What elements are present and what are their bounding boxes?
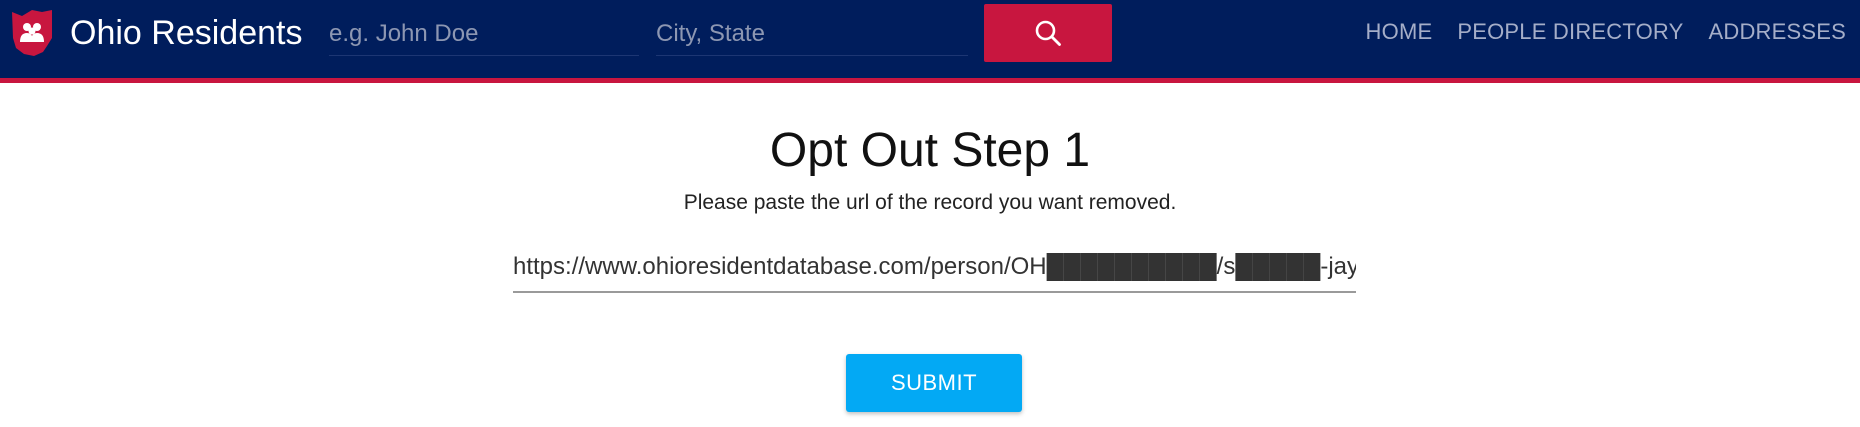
record-url-input[interactable] xyxy=(513,243,1356,293)
nav-link-addresses[interactable]: ADDRESSES xyxy=(1708,18,1846,46)
name-search-input[interactable] xyxy=(329,12,639,56)
nav-link-people-directory[interactable]: PEOPLE DIRECTORY xyxy=(1457,18,1683,46)
search-icon xyxy=(1035,20,1061,46)
location-search-input[interactable] xyxy=(656,12,968,56)
instructions-text: Please paste the url of the record you w… xyxy=(683,191,1177,214)
submit-button[interactable]: SUBMIT xyxy=(846,354,1022,412)
brand-title[interactable]: Ohio Residents xyxy=(70,12,302,54)
nav-links: HOME PEOPLE DIRECTORY ADDRESSES xyxy=(1366,18,1846,46)
ohio-state-people-icon[interactable] xyxy=(10,8,54,58)
search-button[interactable] xyxy=(984,4,1112,62)
page-title: Opt Out Step 1 xyxy=(769,124,1091,177)
opt-out-main: Opt Out Step 1 Please paste the url of t… xyxy=(0,83,1860,427)
top-navbar: Ohio Residents HOME PEOPLE DIRECTORY ADD… xyxy=(0,0,1860,83)
nav-link-home[interactable]: HOME xyxy=(1366,18,1433,46)
